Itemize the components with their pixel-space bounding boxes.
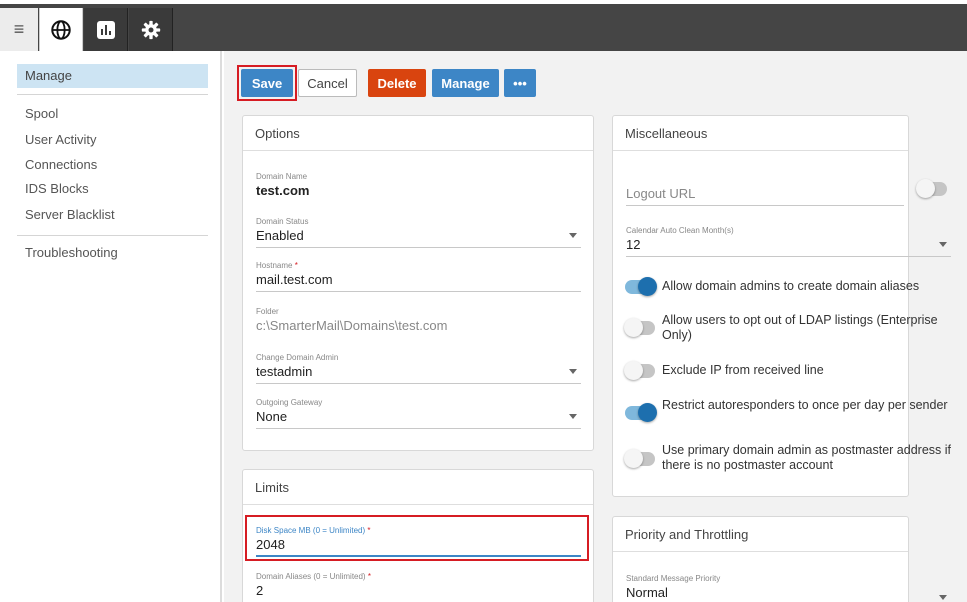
options-title: Options (243, 116, 593, 151)
tab-reports[interactable] (84, 8, 128, 51)
domain-aliases-label: Domain Aliases (0 = Unlimited) (256, 572, 366, 581)
more-options-button[interactable]: ••• (504, 69, 536, 97)
toggle-ldap-opt-out[interactable] (624, 318, 655, 337)
calendar-auto-clean-select[interactable]: Calendar Auto Clean Month(s) 12 (626, 226, 951, 257)
domain-status-label: Domain Status (256, 217, 309, 226)
chevron-down-icon (569, 369, 577, 374)
hostname-input[interactable]: Hostname * mail.test.com (256, 261, 581, 292)
sidebar-item-connections[interactable]: Connections (17, 153, 208, 177)
priority-throttling-title: Priority and Throttling (613, 517, 908, 552)
miscellaneous-title: Miscellaneous (613, 116, 908, 151)
domain-status-select[interactable]: Domain Status Enabled (256, 217, 581, 248)
domain-status-value: Enabled (256, 228, 581, 248)
chevron-down-icon (569, 414, 577, 419)
domain-name-label: Domain Name (256, 172, 308, 181)
change-domain-admin-value: testadmin (256, 364, 581, 384)
chevron-down-icon (939, 242, 947, 247)
required-marker: * (367, 572, 371, 581)
standard-message-priority-select[interactable]: Standard Message Priority Normal (626, 574, 951, 602)
outgoing-gateway-value: None (256, 409, 581, 429)
miscellaneous-card: Miscellaneous (612, 115, 909, 497)
sidebar-item-ids-blocks[interactable]: IDS Blocks (17, 177, 208, 201)
toggle-knob (624, 361, 643, 380)
toggle-label-primary-postmaster: Use primary domain admin as postmaster a… (662, 443, 952, 472)
hostname-value: mail.test.com (256, 272, 581, 292)
toggle-knob (624, 318, 643, 337)
sidebar-item-spool[interactable]: Spool (17, 102, 208, 126)
top-bar: ≡ (0, 0, 967, 51)
domain-aliases-input[interactable]: Domain Aliases (0 = Unlimited) * 2 (256, 572, 581, 602)
toggle-knob (624, 449, 643, 468)
folder-field: Folder c:\SmarterMail\Domains\test.com (256, 307, 581, 338)
change-domain-admin-label: Change Domain Admin (256, 353, 339, 362)
toggle-allow-domain-aliases[interactable] (625, 277, 657, 296)
bar-chart-icon (96, 20, 115, 39)
sidebar-item-user-activity[interactable]: User Activity (17, 128, 208, 152)
limits-title: Limits (243, 470, 593, 505)
calendar-auto-clean-value: 12 (626, 237, 951, 257)
standard-message-priority-value: Normal (626, 585, 668, 600)
hostname-label: Hostname (256, 261, 293, 270)
gear-icon (141, 20, 160, 39)
toggle-label-ldap-opt-out: Allow users to opt out of LDAP listings … (662, 313, 938, 342)
chevron-down-icon (569, 233, 577, 238)
required-marker: * (294, 261, 298, 270)
toggle-label-restrict-autoresponders: Restrict autoresponders to once per day … (662, 398, 948, 412)
standard-message-priority-label: Standard Message Priority (626, 574, 721, 583)
toggle-knob (638, 277, 657, 296)
toggle-knob (916, 179, 935, 198)
disk-space-highlight (245, 515, 589, 561)
change-domain-admin-select[interactable]: Change Domain Admin testadmin (256, 353, 581, 384)
sidebar-divider (17, 235, 208, 236)
logout-url-toggle[interactable] (916, 179, 947, 198)
tab-domains[interactable] (39, 8, 83, 51)
folder-label: Folder (256, 307, 279, 316)
toggle-restrict-autoresponders[interactable] (625, 403, 657, 422)
domain-name-value: test.com (256, 183, 310, 198)
manage-button[interactable]: Manage (432, 69, 499, 97)
save-highlight (237, 65, 297, 101)
logout-url-placeholder[interactable]: Logout URL (626, 186, 904, 206)
sidebar-item-server-blacklist[interactable]: Server Blacklist (17, 203, 208, 227)
globe-icon (51, 19, 71, 40)
outgoing-gateway-select[interactable]: Outgoing Gateway None (256, 398, 581, 429)
domain-name-field: Domain Name test.com (256, 172, 581, 203)
outgoing-gateway-label: Outgoing Gateway (256, 398, 323, 407)
toggle-label-exclude-ip: Exclude IP from received line (662, 363, 824, 377)
cancel-button[interactable]: Cancel (298, 69, 357, 97)
domain-aliases-value[interactable]: 2 (256, 583, 581, 602)
folder-value: c:\SmarterMail\Domains\test.com (256, 318, 448, 333)
chevron-down-icon (939, 595, 947, 600)
tab-settings[interactable] (129, 8, 173, 51)
toggle-exclude-ip[interactable] (624, 361, 655, 380)
logout-url-input[interactable]: Logout URL (626, 186, 904, 206)
calendar-auto-clean-label: Calendar Auto Clean Month(s) (626, 226, 734, 235)
toggle-primary-postmaster[interactable] (624, 449, 655, 468)
toggle-label-allow-domain-aliases: Allow domain admins to create domain ali… (662, 279, 920, 293)
sidebar-item-troubleshooting[interactable]: Troubleshooting (17, 241, 208, 265)
menu-icon[interactable]: ≡ (0, 8, 38, 51)
delete-button[interactable]: Delete (368, 69, 426, 97)
sidebar-divider (17, 94, 208, 95)
sidebar-item-manage[interactable]: Manage (17, 64, 208, 88)
toggle-knob (638, 403, 657, 422)
